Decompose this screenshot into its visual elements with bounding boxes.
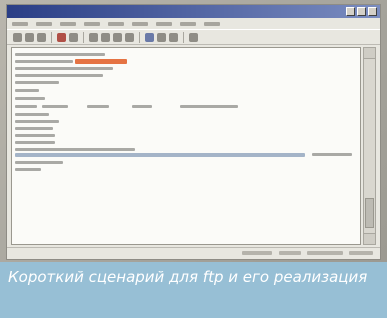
application-window (6, 4, 381, 260)
menu-item[interactable] (180, 21, 196, 26)
screenshot-photo (0, 0, 387, 262)
menu-item[interactable] (36, 21, 52, 26)
terminal-line (15, 53, 105, 56)
toolbar-separator (51, 31, 52, 43)
menu-bar (7, 18, 380, 29)
maximize-button[interactable] (357, 7, 366, 16)
terminal-line (15, 168, 41, 171)
print-icon[interactable] (157, 32, 166, 42)
connect-icon[interactable] (69, 32, 78, 42)
terminal-line (15, 81, 59, 84)
settings-icon[interactable] (145, 32, 154, 42)
scroll-down-button[interactable] (364, 233, 375, 244)
terminal-line (87, 105, 109, 108)
save-icon[interactable] (37, 32, 46, 42)
find-icon[interactable] (125, 32, 134, 42)
menu-item[interactable] (108, 21, 124, 26)
terminal-line (15, 120, 59, 123)
menu-item[interactable] (12, 21, 28, 26)
cut-icon[interactable] (89, 32, 98, 42)
copy-icon[interactable] (101, 32, 110, 42)
terminal-line (132, 105, 152, 108)
menu-item[interactable] (204, 21, 220, 26)
window-controls (346, 7, 377, 16)
new-session-icon[interactable] (13, 32, 22, 42)
vertical-scrollbar[interactable] (363, 47, 376, 245)
status-bar (7, 247, 380, 259)
menu-item[interactable] (60, 21, 76, 26)
menu-item[interactable] (84, 21, 100, 26)
highlighted-text (75, 59, 127, 64)
status-field (307, 251, 343, 255)
window-titlebar[interactable] (7, 5, 380, 18)
toolbar-separator (139, 31, 140, 43)
terminal-line (15, 127, 53, 130)
terminal-output[interactable] (11, 47, 361, 245)
transfer-progress (15, 153, 305, 157)
status-field (279, 251, 301, 255)
figure-caption: Короткий сценарий для ftp и его реализац… (0, 262, 387, 318)
menu-item[interactable] (132, 21, 148, 26)
menu-item[interactable] (156, 21, 172, 26)
paste-icon[interactable] (113, 32, 122, 42)
terminal-line (15, 89, 39, 92)
toolbar-separator (183, 31, 184, 43)
terminal-line (15, 105, 37, 108)
toolbar (7, 29, 380, 45)
minimize-button[interactable] (346, 7, 355, 16)
toolbar-separator (83, 31, 84, 43)
window-title (11, 6, 71, 16)
scroll-thumb[interactable] (365, 198, 374, 228)
disconnect-icon[interactable] (57, 32, 66, 42)
terminal-line (312, 153, 352, 156)
status-field (349, 251, 373, 255)
help-icon[interactable] (189, 32, 198, 42)
status-field (242, 251, 272, 255)
terminal-line (180, 105, 238, 108)
caption-text: Короткий сценарий для ftp и его реализац… (8, 268, 368, 286)
terminal-line (15, 134, 55, 137)
terminal-line (15, 113, 49, 116)
terminal-line (15, 161, 63, 164)
script-icon[interactable] (169, 32, 178, 42)
close-button[interactable] (368, 7, 377, 16)
terminal-line (15, 97, 45, 100)
terminal-line (15, 148, 135, 151)
terminal-line (15, 141, 55, 144)
terminal-line (42, 105, 68, 108)
scroll-up-button[interactable] (364, 48, 375, 59)
terminal-line (15, 67, 113, 70)
open-icon[interactable] (25, 32, 34, 42)
terminal-line (15, 60, 73, 63)
terminal-line (15, 74, 103, 77)
